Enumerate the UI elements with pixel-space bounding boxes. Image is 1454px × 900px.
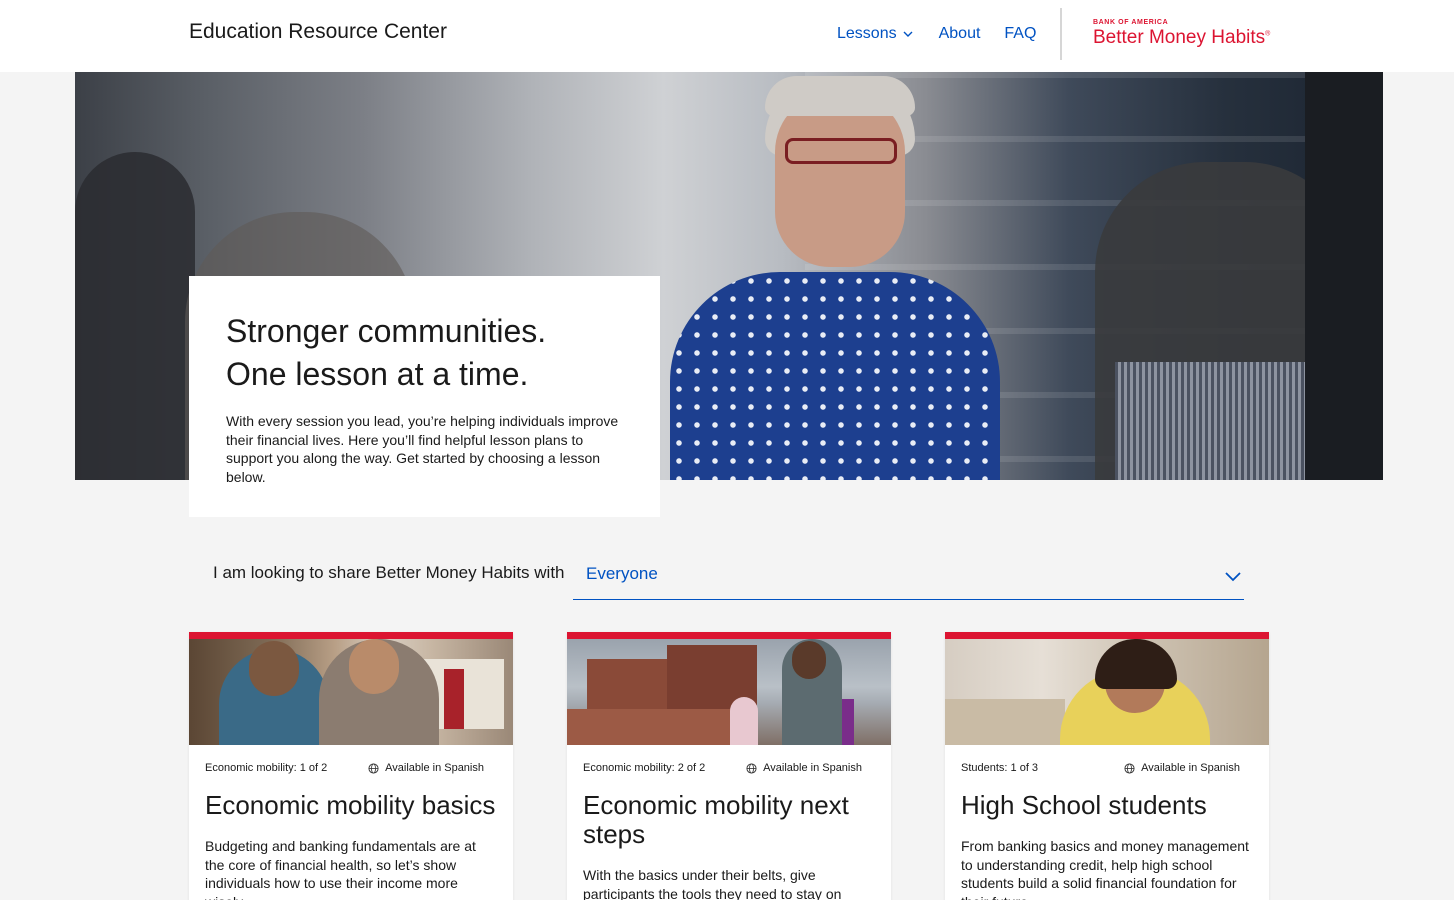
lesson-card-description: With the basics under their belts, give … — [583, 867, 842, 900]
nav-lessons-label: Lessons — [837, 25, 897, 42]
lesson-card-meta: Economic mobility: 1 of 2 Available in S… — [189, 745, 513, 774]
logo-bank-name: BANK OF AMERICA — [1093, 19, 1169, 26]
hero-title: Stronger communities. One lesson at a ti… — [226, 310, 623, 396]
lesson-card-image — [567, 639, 891, 745]
main-nav: Lessons About FAQ — [837, 25, 1036, 43]
lesson-card-title[interactable]: High School students — [945, 774, 1269, 820]
lesson-card-description: Budgeting and banking fundamentals are a… — [205, 838, 476, 900]
header-divider — [1060, 8, 1062, 60]
nav-lessons[interactable]: Lessons — [837, 25, 913, 43]
spanish-label: Available in Spanish — [385, 762, 484, 774]
lesson-series: Economic mobility: 1 of 2 — [205, 762, 328, 774]
logo-brand-text: Better Money Habits — [1093, 27, 1266, 48]
lesson-card-title[interactable]: Economic mobility next steps — [567, 774, 891, 849]
lesson-card-economic-mobility-next-steps[interactable]: Economic mobility: 2 of 2 Available in S… — [567, 632, 891, 900]
lesson-card-high-school-students[interactable]: Students: 1 of 3 Available in Spanish Hi… — [945, 632, 1269, 900]
spanish-availability: Available in Spanish — [1124, 762, 1240, 774]
lesson-series: Students: 1 of 3 — [961, 762, 1039, 774]
site-title[interactable]: Education Resource Center — [189, 20, 447, 44]
spanish-label: Available in Spanish — [763, 762, 862, 774]
globe-icon — [746, 762, 757, 774]
lesson-card-meta: Students: 1 of 3 Available in Spanish — [945, 745, 1269, 774]
chevron-down-icon — [903, 31, 913, 37]
lesson-card-image — [945, 639, 1269, 745]
audience-select-value: Everyone — [586, 564, 658, 583]
audience-select[interactable]: Everyone — [573, 556, 1244, 600]
globe-icon — [1124, 762, 1135, 774]
lesson-card-title[interactable]: Economic mobility basics — [189, 774, 513, 820]
logo-brand: Better Money Habits® — [1093, 27, 1270, 49]
nav-faq[interactable]: FAQ — [1004, 25, 1036, 43]
spanish-availability: Available in Spanish — [746, 762, 862, 774]
lesson-card-economic-mobility-basics[interactable]: Economic mobility: 1 of 2 Available in S… — [189, 632, 513, 900]
globe-icon — [368, 762, 379, 774]
lesson-card-meta: Economic mobility: 2 of 2 Available in S… — [567, 745, 891, 774]
nav-about[interactable]: About — [939, 25, 981, 43]
spanish-availability: Available in Spanish — [368, 762, 484, 774]
logo-registered-mark: ® — [1265, 30, 1271, 38]
lesson-series: Economic mobility: 2 of 2 — [583, 762, 706, 774]
audience-filter-label: I am looking to share Better Money Habit… — [213, 563, 565, 582]
hero-card: Stronger communities. One lesson at a ti… — [189, 276, 660, 517]
hero-description: With every session you lead, you’re help… — [226, 413, 619, 485]
spanish-label: Available in Spanish — [1141, 762, 1240, 774]
hero-title-line1: Stronger communities. — [226, 313, 547, 349]
better-money-habits-logo[interactable]: BANK OF AMERICA Better Money Habits® — [1093, 19, 1270, 49]
chevron-down-icon — [1225, 572, 1241, 582]
lesson-card-image — [189, 639, 513, 745]
hero-title-line2: One lesson at a time. — [226, 356, 529, 392]
lesson-card-description: From banking basics and money management… — [961, 838, 1249, 900]
site-header: Education Resource Center Lessons About … — [0, 0, 1454, 72]
